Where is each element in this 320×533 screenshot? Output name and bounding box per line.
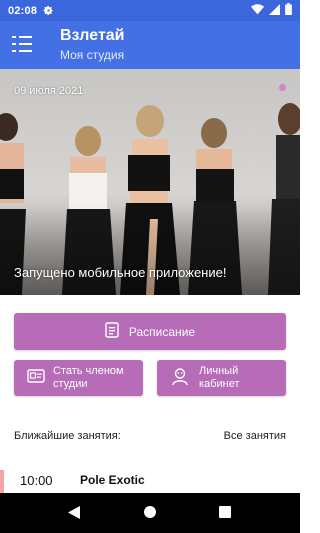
app-subtitle: Моя студия	[60, 48, 125, 62]
become-member-label-line2: студии	[53, 378, 88, 390]
personal-cabinet-label-line2: кабинет	[199, 378, 240, 390]
lesson-accent-bar	[0, 470, 4, 493]
become-member-label-line1: Стать членом	[53, 365, 124, 377]
schedule-button[interactable]: Расписание	[14, 313, 286, 350]
all-lessons-link[interactable]: Все занятия	[224, 430, 286, 442]
carousel-indicator	[279, 84, 286, 91]
news-banner[interactable]: 09 июля 2021 Запущено мобильное приложен…	[0, 69, 300, 295]
system-navigation-bar	[0, 493, 300, 533]
menu-list-icon[interactable]	[12, 34, 34, 54]
status-bar: 02:08	[0, 0, 300, 21]
back-icon[interactable]	[68, 506, 80, 524]
personal-cabinet-label: Личный кабинет	[199, 365, 239, 391]
app-title: Взлетай	[60, 27, 125, 44]
membership-card-icon	[27, 367, 45, 389]
home-icon[interactable]	[144, 506, 156, 518]
personal-cabinet-button[interactable]: Личный кабинет	[157, 360, 286, 396]
personal-cabinet-label-line1: Личный	[199, 365, 239, 377]
app-bar: Взлетай Моя студия	[0, 21, 300, 69]
banner-date: 09 июля 2021	[14, 85, 84, 97]
user-profile-icon	[171, 367, 189, 390]
status-time: 02:08	[8, 4, 38, 17]
schedule-button-label: Расписание	[128, 324, 196, 339]
lesson-list-item[interactable]: 10:00 Pole Exotic	[0, 460, 300, 493]
banner-photo	[0, 69, 300, 295]
recent-apps-icon[interactable]	[219, 506, 231, 518]
wifi-icon	[251, 3, 264, 18]
banner-headline: Запущено мобильное приложение!	[14, 265, 227, 280]
gear-icon	[43, 5, 54, 16]
become-member-button[interactable]: Стать членом студии	[14, 360, 143, 396]
lesson-time: 10:00	[20, 473, 53, 488]
signal-icon	[269, 3, 280, 18]
schedule-icon	[105, 322, 119, 341]
battery-icon	[285, 3, 292, 18]
become-member-label: Стать членом студии	[53, 365, 124, 391]
upcoming-lessons-title: Ближайшие занятия:	[14, 430, 121, 442]
lesson-name: Pole Exotic	[80, 473, 145, 487]
